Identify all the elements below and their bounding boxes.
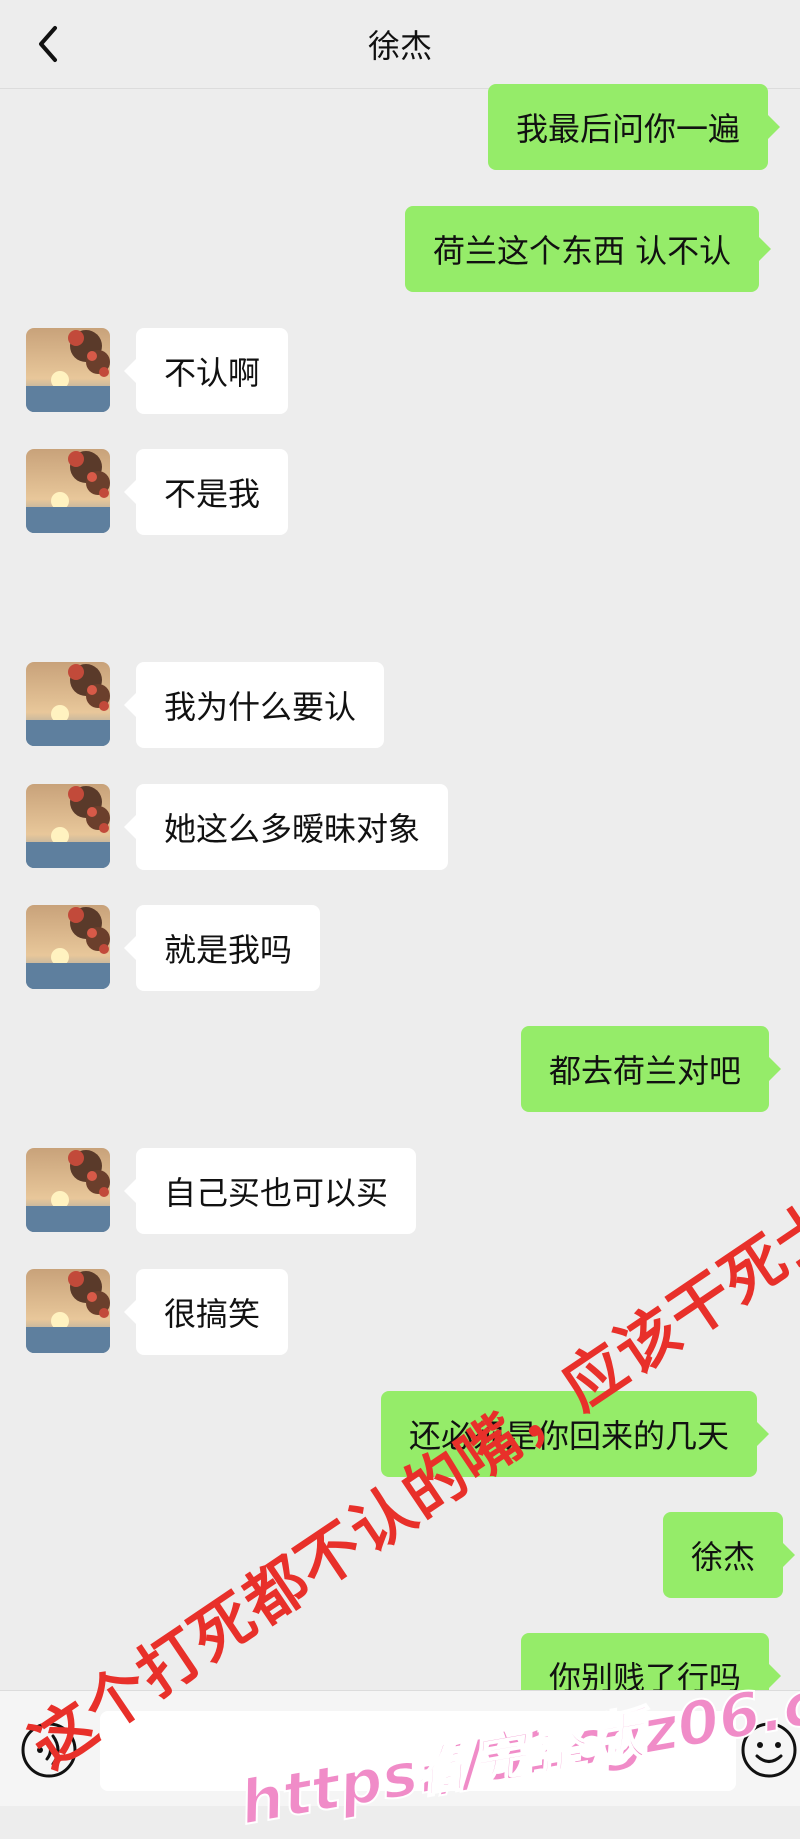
message-bubble-right[interactable]: 我最后问你一遍	[488, 84, 781, 170]
sunset-avatar-icon	[26, 1148, 110, 1232]
contact-avatar[interactable]	[26, 662, 110, 746]
contact-avatar[interactable]	[26, 905, 110, 989]
sunset-avatar-icon	[26, 784, 110, 868]
contact-avatar[interactable]	[26, 1148, 110, 1232]
message-bubble-left[interactable]: 我为什么要认	[123, 662, 385, 748]
chat-header: 徐杰	[0, 0, 800, 89]
sunset-avatar-icon	[26, 1269, 110, 1353]
sunset-avatar-icon	[26, 905, 110, 989]
sunset-avatar-icon	[26, 449, 110, 533]
contact-avatar[interactable]	[26, 449, 110, 533]
contact-avatar[interactable]	[26, 784, 110, 868]
message-bubble-left[interactable]: 不是我	[123, 449, 289, 535]
chat-title: 徐杰	[367, 27, 432, 65]
message-bubble-left[interactable]: 就是我吗	[123, 905, 321, 991]
message-bubble-left[interactable]: 很搞笑	[123, 1269, 289, 1355]
message-bubble-left[interactable]: 自己买也可以买	[123, 1148, 417, 1234]
sunset-avatar-icon	[26, 662, 110, 746]
message-bubble-right[interactable]: 荷兰这个东西 认不认	[405, 206, 772, 292]
sunset-avatar-icon	[26, 328, 110, 412]
contact-avatar[interactable]	[26, 1269, 110, 1353]
message-bubble-right[interactable]: 徐杰	[663, 1512, 796, 1598]
contact-avatar[interactable]	[26, 328, 110, 412]
message-bubble-right[interactable]: 都去荷兰对吧	[521, 1026, 782, 1112]
message-bubble-left[interactable]: 她这么多暧昧对象	[123, 784, 449, 870]
message-bubble-left[interactable]: 不认啊	[123, 328, 289, 414]
